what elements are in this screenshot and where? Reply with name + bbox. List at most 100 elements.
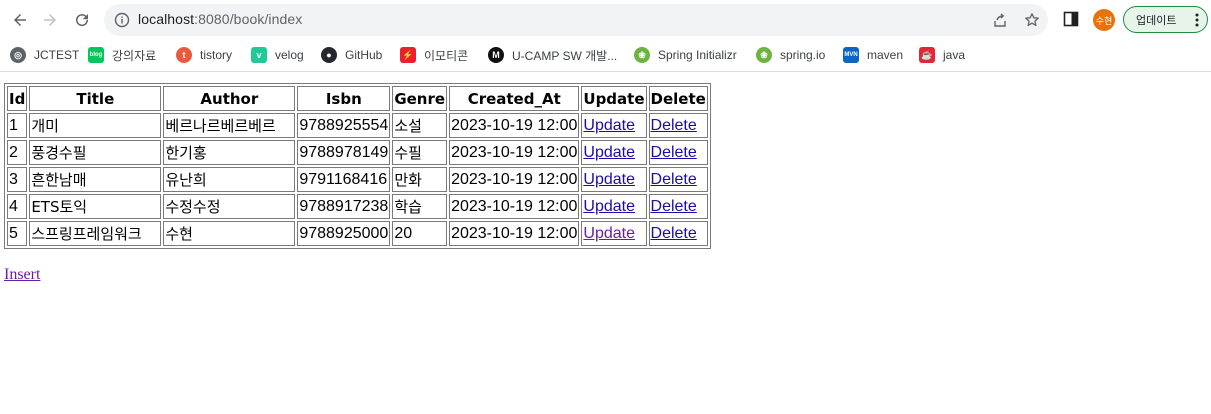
bookmark-label: maven bbox=[867, 48, 904, 62]
bookmark-label: 이모티콘 bbox=[424, 48, 469, 63]
update-link[interactable]: Update bbox=[583, 198, 635, 215]
bookmark-maven[interactable]: MVN maven bbox=[843, 46, 903, 64]
update-link[interactable]: Update bbox=[583, 117, 635, 134]
side-panel-icon[interactable] bbox=[1063, 11, 1079, 27]
cell-delete: Delete bbox=[648, 167, 708, 192]
cell-genre: 소설 bbox=[392, 113, 448, 138]
table-row: 1 개미 베르나르베르베르 9788925554 소설 2023-10-19 1… bbox=[7, 113, 708, 138]
profile-avatar[interactable]: 수현 bbox=[1093, 9, 1115, 31]
cell-update: Update bbox=[581, 194, 647, 219]
header-title: Title bbox=[29, 86, 162, 111]
cell-author: 수정수정 bbox=[163, 194, 296, 219]
update-link[interactable]: Update bbox=[583, 225, 635, 242]
maven-icon: MVN bbox=[843, 47, 859, 63]
bookmark-label: JCTEST bbox=[34, 48, 80, 62]
reload-button[interactable] bbox=[70, 8, 94, 32]
cell-id: 3 bbox=[7, 167, 28, 192]
arrow-left-icon bbox=[14, 14, 26, 26]
cell-created-at: 2023-10-19 12:00 bbox=[449, 113, 580, 138]
table-row: 4 ETS토익 수정수정 9788917238 학습 2023-10-19 12… bbox=[7, 194, 708, 219]
bookmark-label: Spring Initializr bbox=[658, 48, 737, 62]
spring-icon: ❀ bbox=[756, 47, 772, 63]
cell-title: 개미 bbox=[29, 113, 162, 138]
cell-id: 1 bbox=[7, 113, 28, 138]
cell-isbn: 9788925554 bbox=[297, 113, 391, 138]
update-link[interactable]: Update bbox=[583, 144, 635, 161]
cell-genre: 20 bbox=[392, 221, 448, 246]
bookmark-spring-io[interactable]: ❀ spring.io bbox=[756, 46, 825, 64]
cell-isbn: 9788978149 bbox=[297, 140, 391, 165]
delete-link[interactable]: Delete bbox=[651, 171, 697, 188]
insert-link[interactable]: Insert bbox=[4, 266, 40, 284]
bookmark-lecture[interactable]: blog 강의자료 bbox=[88, 46, 156, 64]
bookmark-label: spring.io bbox=[780, 48, 826, 62]
info-icon[interactable] bbox=[114, 12, 130, 28]
cell-genre: 만화 bbox=[392, 167, 448, 192]
ucamp-icon: M bbox=[488, 47, 504, 63]
bookmark-jctest[interactable]: ◎ JCTEST bbox=[10, 46, 79, 64]
forward-button[interactable] bbox=[38, 8, 62, 32]
github-icon: ● bbox=[321, 47, 337, 63]
bookmark-velog[interactable]: v velog bbox=[251, 46, 304, 64]
cell-created-at: 2023-10-19 12:00 bbox=[449, 140, 580, 165]
cell-delete: Delete bbox=[648, 194, 708, 219]
table-row: 3 흔한남매 유난희 9791168416 만화 2023-10-19 12:0… bbox=[7, 167, 708, 192]
bookmark-label: java bbox=[943, 48, 966, 62]
url-text[interactable]: localhost:8080/book/index bbox=[138, 11, 302, 27]
cell-isbn: 9791168416 bbox=[297, 167, 391, 192]
update-link[interactable]: Update bbox=[583, 171, 635, 188]
tistory-icon: t bbox=[176, 47, 192, 63]
bookmark-label: tistory bbox=[200, 48, 233, 62]
header-update: Update bbox=[581, 86, 647, 111]
delete-link[interactable]: Delete bbox=[651, 225, 697, 242]
bookmark-label: velog bbox=[275, 48, 304, 62]
bookmark-spring-initializr[interactable]: ❀ Spring Initializr bbox=[634, 46, 737, 64]
delete-link[interactable]: Delete bbox=[651, 198, 697, 215]
cell-update: Update bbox=[581, 167, 647, 192]
header-id: Id bbox=[7, 86, 28, 111]
bookmark-ucamp[interactable]: M U-CAMP SW 개발... bbox=[488, 46, 617, 64]
book-table: Id Title Author Isbn Genre Created_At Up… bbox=[4, 83, 711, 249]
table-row: 5 스프링프레임워크 수현 9788925000 20 2023-10-19 1… bbox=[7, 221, 708, 246]
header-author: Author bbox=[163, 86, 296, 111]
delete-link[interactable]: Delete bbox=[651, 117, 697, 134]
cell-id: 4 bbox=[7, 194, 28, 219]
cell-author: 한기홍 bbox=[163, 140, 296, 165]
star-icon[interactable] bbox=[1024, 12, 1040, 28]
emoticon-icon: ⚡ bbox=[400, 47, 416, 63]
cell-id: 2 bbox=[7, 140, 28, 165]
cell-delete: Delete bbox=[648, 221, 708, 246]
cell-isbn: 9788917238 bbox=[297, 194, 391, 219]
bookmarks-bar: ◎ JCTEST blog 강의자료 t tistory v velog ● G… bbox=[0, 40, 1211, 72]
table-row: 2 풍경수필 한기홍 9788978149 수필 2023-10-19 12:0… bbox=[7, 140, 708, 165]
arrow-right-icon bbox=[44, 14, 56, 26]
cell-author: 유난희 bbox=[163, 167, 296, 192]
share-icon[interactable] bbox=[992, 12, 1008, 28]
table-header-row: Id Title Author Isbn Genre Created_At Up… bbox=[7, 86, 708, 111]
bookmark-label: GitHub bbox=[345, 48, 383, 62]
cell-genre: 수필 bbox=[392, 140, 448, 165]
header-created-at: Created_At bbox=[449, 86, 580, 111]
cell-title: 흔한남매 bbox=[29, 167, 162, 192]
browser-update-button[interactable]: 업데이트 bbox=[1123, 6, 1208, 33]
update-label: 업데이트 bbox=[1136, 14, 1177, 27]
cell-delete: Delete bbox=[648, 113, 708, 138]
bookmark-tistory[interactable]: t tistory bbox=[176, 46, 232, 64]
bookmark-github[interactable]: ● GitHub bbox=[321, 46, 382, 64]
blog-icon: blog bbox=[88, 47, 104, 63]
delete-link[interactable]: Delete bbox=[651, 144, 697, 161]
cell-author: 수현 bbox=[163, 221, 296, 246]
cell-title: ETS토익 bbox=[29, 194, 162, 219]
java-icon: ☕ bbox=[919, 47, 935, 63]
bookmark-java[interactable]: ☕ java bbox=[919, 46, 965, 64]
bookmark-emoticon[interactable]: ⚡ 이모티콘 bbox=[400, 46, 468, 64]
cell-id: 5 bbox=[7, 221, 28, 246]
header-genre: Genre bbox=[392, 86, 448, 111]
address-bar[interactable]: localhost:8080/book/index bbox=[104, 4, 1048, 36]
cell-title: 풍경수필 bbox=[29, 140, 162, 165]
cell-update: Update bbox=[581, 140, 647, 165]
back-button[interactable] bbox=[8, 8, 32, 32]
header-isbn: Isbn bbox=[297, 86, 391, 111]
more-vert-icon bbox=[1195, 13, 1199, 27]
cell-title: 스프링프레임워크 bbox=[29, 221, 162, 246]
